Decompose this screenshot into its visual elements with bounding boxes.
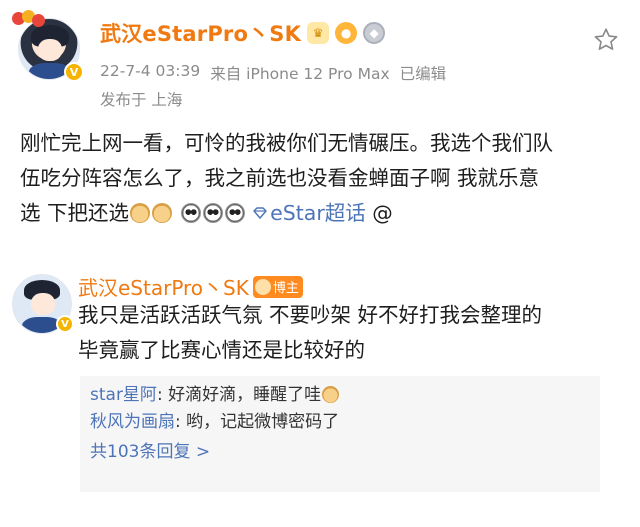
doge-emoji-icon [130,203,151,223]
reply-text: : 哟，记起微博密码了 [175,412,340,432]
star-outline-icon[interactable] [592,26,620,54]
reply-user[interactable]: 秋风为画扇 [90,412,175,432]
edited-label[interactable]: 已编辑 [400,62,447,84]
mention-at[interactable]: @ [372,201,393,225]
comment-text-line: 毕竟赢了比赛心情还是比较好的 [78,338,365,362]
panda-emoji-icon [202,203,223,223]
post-text-line-last: 选 下把还选 eStar超话 @ [20,196,620,231]
reply-user[interactable]: star星阿 [90,385,157,405]
avatar-decoration-icon [12,10,46,32]
panda-emoji-icon [224,203,245,223]
doge-emoji-icon [152,203,173,223]
reply-text: : 好滴好滴，睡醒了哇 [156,385,322,405]
more-replies-link[interactable]: 共103条回复 > [90,437,590,467]
doge-emoji-icon [322,386,340,403]
verified-badge-icon: V [64,62,84,82]
post-source: 来自 iPhone 12 Pro Max [210,65,390,83]
post-location: 发布于 上海 [100,91,183,109]
post-text-line: 选 下把还选 [20,201,130,225]
medal-badge-icon[interactable]: ◆ [363,22,386,44]
author-name-row: 武汉eStarPro丶SK ♛ ● ◆ [100,18,386,48]
comment-text-line: 我只是活跃活跃气氛 不要吵架 好不好打我会整理的 [78,303,543,327]
reply-item[interactable]: 秋风为画扇: 哟，记起微博密码了 [90,409,590,436]
verified-badge-icon: V [56,315,74,333]
post-text-line: 刚忙完上网一看，可怜的我被你们无情碾压。我选个我们队 [20,131,553,155]
super-topic-diamond-icon [253,207,268,220]
comment-author-name[interactable]: 武汉eStarPro丶SK [78,272,249,301]
post-content: 刚忙完上网一看，可怜的我被你们无情碾压。我选个我们队 伍吃分阵容怎么了，我之前选… [20,126,620,231]
reply-item[interactable]: star星阿: 好滴好滴，睡醒了哇 [90,382,590,409]
reply-preview-box[interactable]: star星阿: 好滴好滴，睡醒了哇 秋风为画扇: 哟，记起微博密码了 共103条… [80,376,600,492]
post-text-line: 伍吃分阵容怎么了，我之前选也没看金蝉面子啊 我就乐意 [20,166,540,190]
host-badge: 博主 [252,275,303,298]
crown-badge-icon[interactable]: ♛ [307,22,330,44]
author-avatar[interactable]: V [12,10,90,86]
topic-link[interactable]: eStar超话 [252,201,372,225]
topic-name: eStar超话 [270,201,366,225]
comment-text: 我只是活跃活跃气氛 不要吵架 好不好打我会整理的 毕竟赢了比赛心情还是比较好的 [78,298,618,368]
host-badge-label: 博主 [272,281,299,296]
post-time: 22-7-4 03:39 [100,62,201,80]
post-header: V 武汉eStarPro丶SK ♛ ● ◆ 22-7-4 03:39 来自 iP… [0,0,640,118]
fan-badge-icon[interactable]: ● [335,22,358,44]
author-name[interactable]: 武汉eStarPro丶SK [100,18,301,48]
comment-author-row: 武汉eStarPro丶SK 博主 [78,272,303,301]
panda-emoji-icon [180,203,201,223]
host-badge-icon [254,278,271,295]
post-meta: 22-7-4 03:39 来自 iPhone 12 Pro Max 已编辑 [100,62,446,84]
comment-item: V 武汉eStarPro丶SK 博主 我只是活跃活跃气氛 不要吵架 好不好打我会… [0,256,640,527]
